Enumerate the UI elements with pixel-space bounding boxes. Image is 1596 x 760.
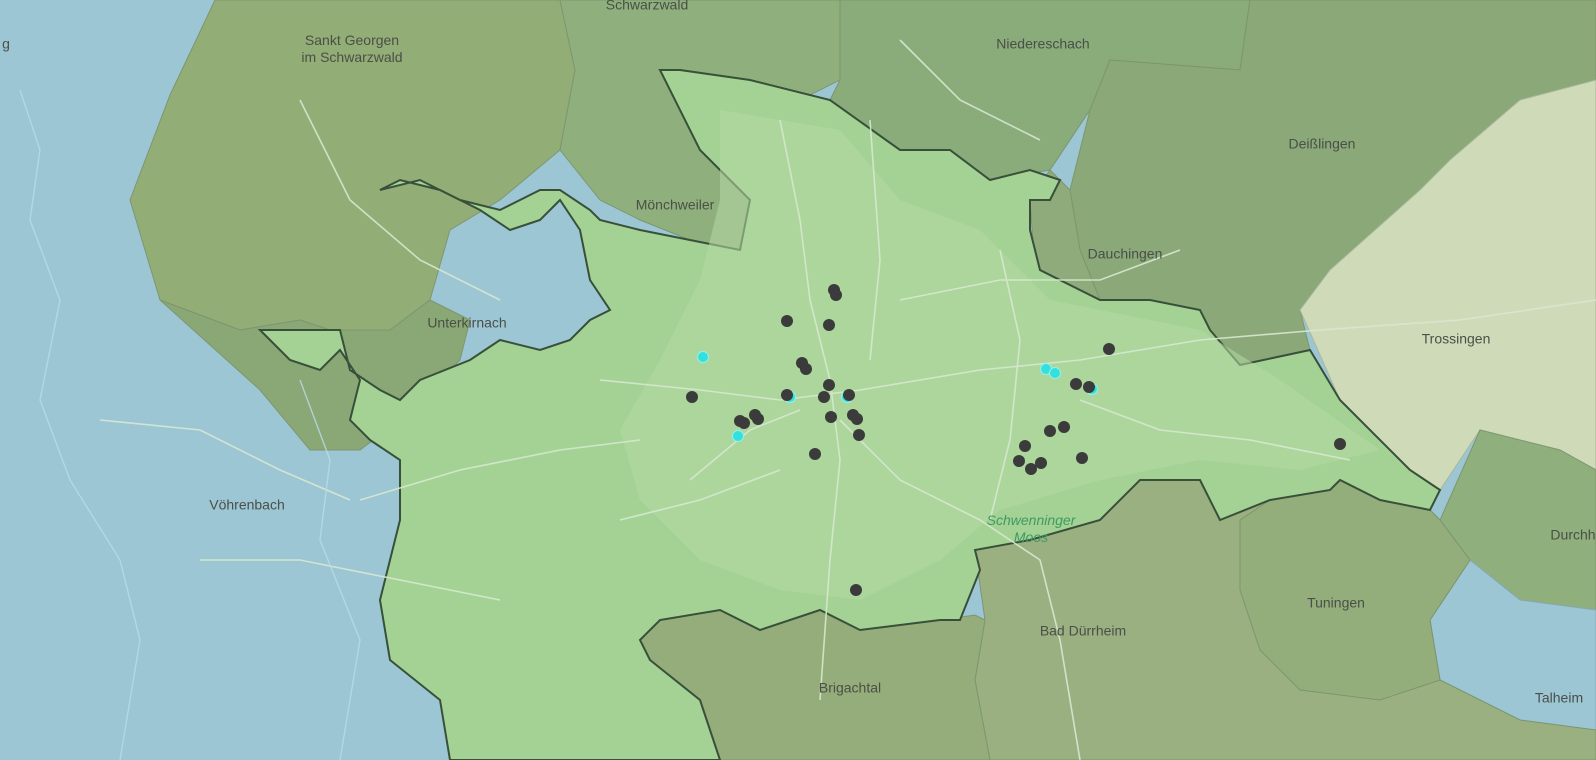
cyan-map-marker[interactable] (1049, 367, 1061, 379)
dark-map-marker[interactable] (843, 389, 855, 401)
dark-map-marker[interactable] (823, 319, 835, 331)
dark-map-marker[interactable] (781, 389, 793, 401)
cyan-map-marker[interactable] (697, 351, 709, 363)
dark-map-marker[interactable] (1019, 440, 1031, 452)
dark-map-marker[interactable] (752, 413, 764, 425)
dark-map-marker[interactable] (1025, 463, 1037, 475)
dark-map-marker[interactable] (1070, 378, 1082, 390)
dark-map-marker[interactable] (1334, 438, 1346, 450)
dark-map-marker[interactable] (1044, 425, 1056, 437)
dark-map-marker[interactable] (1035, 457, 1047, 469)
dark-map-marker[interactable] (800, 363, 812, 375)
dark-map-marker[interactable] (818, 391, 830, 403)
dark-map-marker[interactable] (851, 413, 863, 425)
dark-map-marker[interactable] (738, 417, 750, 429)
dark-map-marker[interactable] (830, 289, 842, 301)
dark-map-marker[interactable] (825, 411, 837, 423)
dark-map-marker[interactable] (1103, 343, 1115, 355)
cyan-map-marker[interactable] (732, 430, 744, 442)
dark-map-marker[interactable] (1013, 455, 1025, 467)
dark-map-marker[interactable] (1083, 381, 1095, 393)
dark-map-marker[interactable] (809, 448, 821, 460)
map-canvas[interactable] (0, 0, 1596, 760)
map-view[interactable]: Schwarzwald Sankt Georgen im Schwarzwald N… (0, 0, 1596, 760)
dark-map-marker[interactable] (823, 379, 835, 391)
dark-map-marker[interactable] (1058, 421, 1070, 433)
dark-map-marker[interactable] (686, 391, 698, 403)
dark-map-marker[interactable] (850, 584, 862, 596)
dark-map-marker[interactable] (781, 315, 793, 327)
dark-map-marker[interactable] (1076, 452, 1088, 464)
dark-map-marker[interactable] (853, 429, 865, 441)
